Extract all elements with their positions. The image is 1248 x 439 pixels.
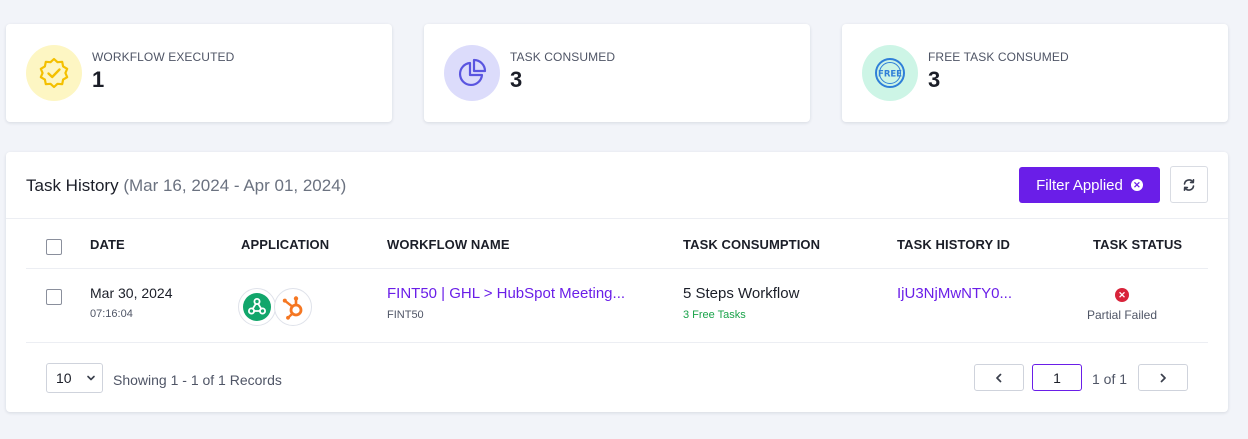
clear-filter-icon[interactable]: ✕ — [1130, 179, 1143, 191]
stat-value: 1 — [92, 67, 105, 92]
task-consumption: 5 Steps Workflow — [683, 285, 800, 302]
task-history-id-link[interactable]: IjU3NjMwNTY0... — [897, 285, 1012, 302]
filter-applied-button[interactable]: Filter Applied ✕ — [1019, 167, 1160, 203]
workflow-name-link[interactable]: FINT50 | GHL > HubSpot Meeting... — [387, 285, 625, 302]
column-header-task-history-id[interactable]: TASK HISTORY ID — [897, 237, 1010, 252]
column-header-date[interactable]: DATE — [90, 237, 125, 252]
chevron-down-icon — [87, 375, 95, 381]
column-header-task-consumption[interactable]: TASK CONSUMPTION — [683, 237, 820, 252]
svg-text:FREE: FREE — [878, 70, 902, 80]
row-time: 07:16:04 — [90, 308, 133, 320]
chevron-right-icon — [1160, 373, 1166, 382]
hubspot-icon — [274, 288, 312, 326]
column-header-task-status[interactable]: TASK STATUS — [1093, 237, 1182, 252]
per-page-value: 10 — [56, 370, 72, 386]
stat-label: WORKFLOW EXECUTED — [92, 50, 235, 64]
stat-label: TASK CONSUMED — [510, 50, 616, 64]
status-badge: Partial Failed — [1086, 308, 1158, 322]
per-page-select[interactable]: 10 — [46, 363, 103, 393]
refresh-icon — [1183, 178, 1195, 191]
chevron-left-icon — [996, 373, 1002, 382]
page-number-input[interactable]: 1 — [1032, 364, 1082, 391]
page-title: Task History (Mar 16, 2024 - Apr 01, 202… — [26, 176, 346, 196]
webhook-icon — [238, 288, 276, 326]
column-header-application[interactable]: APPLICATION — [241, 237, 329, 252]
prev-page-button[interactable] — [974, 364, 1024, 391]
panel-header: Task History (Mar 16, 2024 - Apr 01, 202… — [6, 152, 1228, 219]
stat-value: 3 — [928, 67, 941, 92]
row-date: Mar 30, 2024 — [90, 285, 173, 301]
table-header: DATE APPLICATION WORKFLOW NAME TASK CONS… — [26, 219, 1208, 269]
stat-card-task-consumed: TASK CONSUMED 3 — [424, 24, 810, 122]
records-summary: Showing 1 - 1 of 1 Records — [113, 372, 282, 388]
title-text: Task History — [26, 176, 119, 195]
free-badge-icon: FREE — [862, 45, 918, 101]
date-range: (Mar 16, 2024 - Apr 01, 2024) — [123, 176, 347, 195]
workflow-subtitle: FINT50 — [387, 309, 424, 321]
table-row: Mar 30, 2024 07:16:04 FINT50 | GHL > Hub… — [26, 269, 1208, 343]
page-count: 1 of 1 — [1092, 371, 1128, 387]
stat-card-free-task-consumed: FREE FREE TASK CONSUMED 3 — [842, 24, 1228, 122]
free-tasks-label: 3 Free Tasks — [683, 309, 746, 321]
refresh-button[interactable] — [1170, 166, 1208, 203]
verified-badge-icon — [26, 45, 82, 101]
next-page-button[interactable] — [1138, 364, 1188, 391]
column-header-workflow-name[interactable]: WORKFLOW NAME — [387, 237, 510, 252]
failed-status-icon: ✕ — [1115, 288, 1129, 302]
select-all-checkbox[interactable] — [46, 239, 62, 255]
stat-label: FREE TASK CONSUMED — [928, 50, 1069, 64]
stat-value: 3 — [510, 67, 523, 92]
task-history-panel: Task History (Mar 16, 2024 - Apr 01, 202… — [6, 152, 1228, 412]
filter-label: Filter Applied — [1036, 176, 1123, 194]
row-checkbox[interactable] — [46, 289, 62, 305]
stat-card-workflow-executed: WORKFLOW EXECUTED 1 — [6, 24, 392, 122]
pie-chart-icon — [444, 45, 500, 101]
